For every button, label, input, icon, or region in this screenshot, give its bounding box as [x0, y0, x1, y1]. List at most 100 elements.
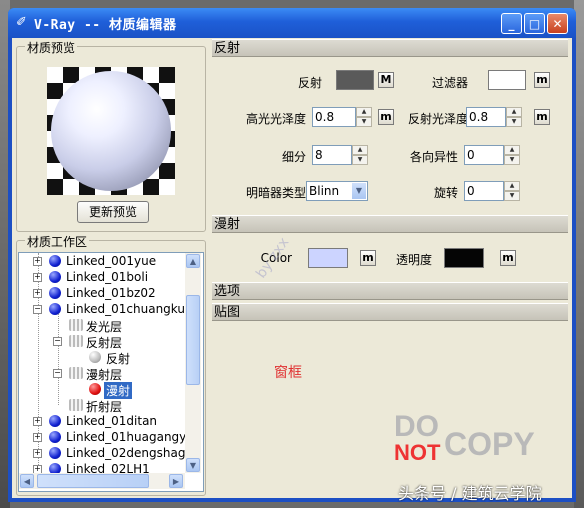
- rotation-label: 旋转: [433, 186, 458, 200]
- collapse-icon[interactable]: −: [53, 337, 62, 346]
- title-bar[interactable]: ✐ V-Ray -- 材质编辑器 _ □ ✕: [8, 8, 576, 38]
- filter-color-swatch[interactable]: [488, 70, 526, 90]
- tree-item[interactable]: + Linked_001yue: [19, 253, 185, 269]
- filter-label: 过滤器: [431, 76, 468, 90]
- spinner-arrows[interactable]: ▲ ▼: [356, 107, 372, 127]
- material-tree[interactable]: + Linked_001yue + Linked_01boli + Linked…: [18, 252, 204, 492]
- maps-section-header[interactable]: 贴图: [212, 303, 568, 321]
- anisotropy-input[interactable]: 0: [464, 145, 504, 165]
- hilight-gloss-input[interactable]: 0.8: [312, 107, 356, 127]
- logo-do: DO: [394, 410, 439, 443]
- anisotropy-label: 各向异性: [409, 150, 458, 164]
- spin-down-icon[interactable]: ▼: [504, 191, 520, 201]
- reflect-map-button[interactable]: M: [378, 72, 394, 88]
- preview-group-title: 材质预览: [25, 39, 78, 56]
- spin-up-icon[interactable]: ▲: [352, 145, 368, 155]
- tree-item[interactable]: 发光层: [19, 317, 185, 334]
- spinner-arrows[interactable]: ▲ ▼: [504, 181, 520, 201]
- material-ball-icon: [49, 271, 61, 283]
- maximize-button[interactable]: □: [524, 13, 545, 34]
- expand-icon[interactable]: +: [33, 417, 42, 426]
- tree-item[interactable]: + Linked_01bz02: [19, 285, 185, 301]
- refl-gloss-map-button[interactable]: m: [534, 109, 550, 125]
- shader-type-label: 明暗器类型: [245, 186, 306, 200]
- spin-down-icon[interactable]: ▼: [506, 117, 522, 127]
- material-ball-icon: [49, 303, 61, 315]
- tree-item[interactable]: + Linked_02dengshag: [19, 445, 185, 461]
- expand-icon[interactable]: +: [33, 289, 42, 298]
- diffuse-map-button[interactable]: m: [360, 250, 376, 266]
- spinner-arrows[interactable]: ▲ ▼: [504, 145, 520, 165]
- material-ball-icon: [49, 463, 61, 473]
- transparency-color-swatch[interactable]: [444, 248, 484, 268]
- scroll-left-icon[interactable]: ◀: [20, 474, 34, 488]
- diffuse-section-header[interactable]: 漫射: [212, 215, 568, 233]
- reflection-section-header[interactable]: 反射: [212, 39, 568, 57]
- refl-gloss-input[interactable]: 0.8: [466, 107, 506, 127]
- spin-up-icon[interactable]: ▲: [506, 107, 522, 117]
- tree-item[interactable]: + Linked_02LH1: [19, 461, 185, 473]
- scroll-down-icon[interactable]: ▼: [186, 458, 200, 472]
- material-ball-icon: [49, 447, 61, 459]
- tree-item-label: Linked_01boli: [66, 270, 149, 284]
- transparency-map-button[interactable]: m: [500, 250, 516, 266]
- scroll-up-icon[interactable]: ▲: [186, 254, 200, 268]
- refl-gloss-label: 反射光泽度: [407, 112, 468, 126]
- expand-icon[interactable]: +: [33, 273, 42, 282]
- spinner-arrows[interactable]: ▲ ▼: [506, 107, 522, 127]
- tree-item[interactable]: 反射: [19, 349, 185, 366]
- expand-icon[interactable]: +: [33, 465, 42, 473]
- tree-item-label: Linked_01chuangku: [66, 302, 185, 316]
- material-ball-icon: [89, 383, 101, 395]
- reflect-label: 反射: [297, 76, 322, 90]
- vray-icon: ✐: [16, 15, 27, 30]
- expand-icon[interactable]: +: [33, 449, 42, 458]
- workspace-group-title: 材质工作区: [25, 233, 90, 250]
- options-section-header[interactable]: 选项: [212, 282, 568, 300]
- collapse-icon[interactable]: −: [33, 305, 42, 314]
- material-ball-icon: [49, 255, 61, 267]
- spin-up-icon[interactable]: ▲: [504, 181, 520, 191]
- logo-not: NOT: [394, 440, 441, 465]
- material-ball-icon: [49, 287, 61, 299]
- close-button[interactable]: ✕: [547, 13, 568, 34]
- update-preview-button[interactable]: 更新预览: [77, 201, 149, 223]
- horizontal-scroll-thumb[interactable]: [37, 474, 149, 488]
- tree-horizontal-scrollbar[interactable]: ◀ ▶: [19, 473, 185, 489]
- collapse-icon[interactable]: −: [53, 369, 62, 378]
- tree-item[interactable]: 折射层: [19, 397, 185, 414]
- rotation-input[interactable]: 0: [464, 181, 504, 201]
- minimize-button[interactable]: _: [501, 13, 522, 34]
- diffuse-color-swatch[interactable]: [308, 248, 348, 268]
- expand-icon[interactable]: +: [33, 433, 42, 442]
- reflect-color-swatch[interactable]: [336, 70, 374, 90]
- layer-icon: [69, 367, 83, 379]
- tree-item[interactable]: − 反射层: [19, 333, 185, 350]
- tree-item[interactable]: + Linked_01boli: [19, 269, 185, 285]
- vertical-scroll-thumb[interactable]: [186, 295, 200, 385]
- shader-type-select[interactable]: Blinn ▼: [306, 181, 368, 201]
- subdivs-label: 细分: [281, 150, 306, 164]
- expand-icon[interactable]: +: [33, 257, 42, 266]
- spin-down-icon[interactable]: ▼: [356, 117, 372, 127]
- tree-vertical-scrollbar[interactable]: ▲ ▼: [185, 253, 201, 473]
- tree-item[interactable]: 漫射: [19, 381, 185, 399]
- scroll-right-icon[interactable]: ▶: [169, 474, 183, 488]
- tree-item[interactable]: + Linked_01ditan: [19, 413, 185, 429]
- tree-item[interactable]: − 漫射层: [19, 365, 185, 382]
- preview-sphere: [51, 71, 171, 191]
- tree-item[interactable]: + Linked_01huagangy: [19, 429, 185, 445]
- spinner-arrows[interactable]: ▲ ▼: [352, 145, 368, 165]
- tree-item[interactable]: − Linked_01chuangku: [19, 301, 185, 317]
- chevron-down-icon[interactable]: ▼: [352, 183, 366, 199]
- layer-icon: [69, 399, 83, 411]
- layer-icon: [69, 335, 83, 347]
- spin-up-icon[interactable]: ▲: [504, 145, 520, 155]
- spin-up-icon[interactable]: ▲: [356, 107, 372, 117]
- spin-down-icon[interactable]: ▼: [504, 155, 520, 165]
- subdivs-input[interactable]: 8: [312, 145, 352, 165]
- material-ball-icon: [49, 431, 61, 443]
- spin-down-icon[interactable]: ▼: [352, 155, 368, 165]
- filter-map-button[interactable]: m: [534, 72, 550, 88]
- left-panel: 材质预览 更新预览 材质工作区 + Linked_001yue + Linked…: [12, 38, 208, 498]
